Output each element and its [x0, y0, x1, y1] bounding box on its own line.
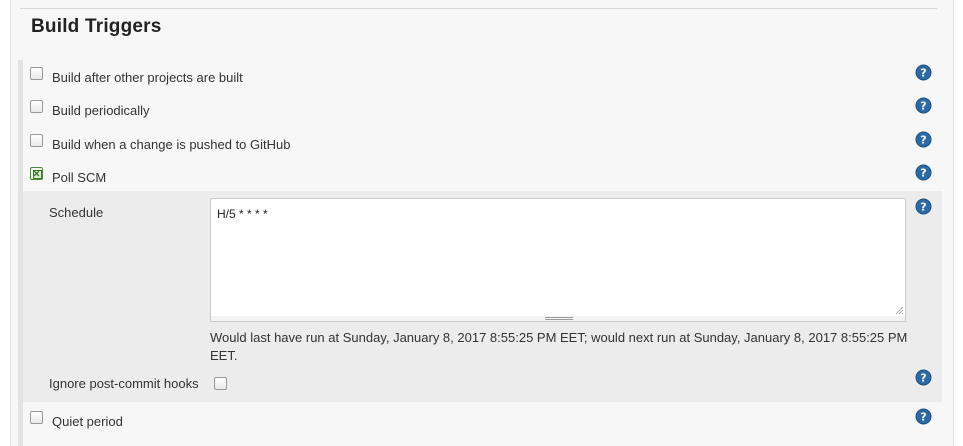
help-icon[interactable]: ? [915, 164, 932, 181]
resize-corner-icon[interactable] [894, 305, 904, 315]
svg-text:?: ? [920, 134, 926, 147]
build-github-push-label[interactable]: Build when a change is pushed to GitHub [52, 137, 291, 152]
ignore-post-commit-hooks-checkbox[interactable] [214, 377, 227, 390]
help-icon[interactable]: ? [915, 64, 932, 81]
svg-text:?: ? [920, 100, 926, 113]
svg-text:?: ? [920, 411, 926, 424]
schedule-textarea[interactable]: H/5 * * * * [210, 198, 906, 318]
help-icon[interactable]: ? [915, 408, 932, 425]
textarea-resize-grip[interactable] [210, 316, 906, 322]
checkbox-check-mark-icon [33, 170, 40, 177]
help-icon[interactable]: ? [915, 369, 932, 386]
ignore-post-commit-hooks-label[interactable]: Ignore post-commit hooks [49, 376, 199, 391]
help-icon[interactable]: ? [915, 198, 932, 215]
poll-scm-label[interactable]: Poll SCM [52, 170, 106, 185]
svg-text:?: ? [920, 372, 926, 385]
build-after-other-label[interactable]: Build after other projects are built [52, 70, 243, 85]
quiet-period-checkbox[interactable] [30, 411, 43, 424]
svg-text:?: ? [920, 167, 926, 180]
quiet-period-label[interactable]: Quiet period [52, 414, 123, 429]
build-github-push-checkbox[interactable] [30, 134, 43, 147]
build-periodically-checkbox[interactable] [30, 100, 43, 113]
help-icon[interactable]: ? [915, 131, 932, 148]
help-icon[interactable]: ? [915, 97, 932, 114]
build-periodically-label[interactable]: Build periodically [52, 103, 150, 118]
poll-scm-checkbox[interactable] [30, 167, 43, 180]
schedule-info-text: Would last have run at Sunday, January 8… [210, 330, 908, 363]
schedule-label: Schedule [49, 205, 104, 220]
svg-text:?: ? [920, 67, 926, 80]
build-after-other-checkbox[interactable] [30, 67, 43, 80]
svg-text:?: ? [920, 201, 926, 214]
section-divider [20, 8, 937, 9]
section-title: Build Triggers [31, 16, 162, 37]
